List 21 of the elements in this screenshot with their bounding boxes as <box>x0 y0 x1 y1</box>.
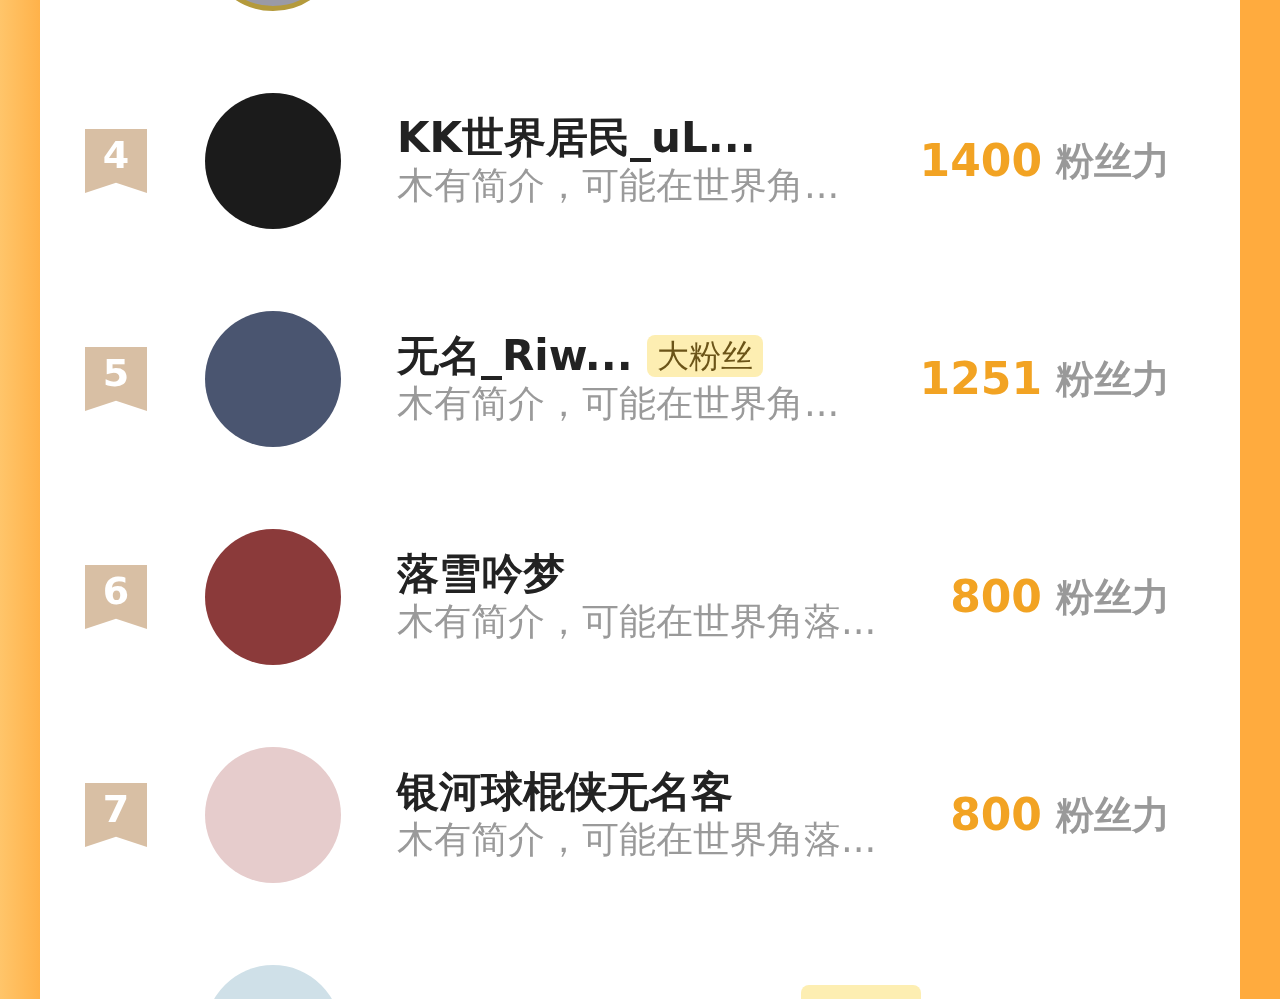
user-name: KK世界居民_uL... <box>397 112 756 164</box>
user-bio: 木有简介，可能在世界角落... <box>397 599 878 646</box>
rank-badge: 4 <box>85 129 147 193</box>
fan-score: 800 <box>950 570 1042 624</box>
user-bio: 木有简介，可能在世界角... <box>397 163 841 210</box>
fan-score: 800 <box>950 788 1042 842</box>
fan-badge: 大粉丝 <box>646 334 763 378</box>
rank-badge: 6 <box>85 565 147 629</box>
user-name: 银河球棍侠无名客 <box>397 766 733 818</box>
score-unit: 粉丝力 <box>1056 355 1170 403</box>
user-name: 无名_Riw... <box>397 330 633 382</box>
score-unit: 粉丝力 <box>1056 137 1170 185</box>
fan-score: 1400 <box>919 134 1042 188</box>
rank-badge: 5 <box>85 347 147 411</box>
user-bio: 木有简介，可能在世界角... <box>397 381 841 428</box>
user-name: 落雪吟梦 <box>397 548 565 600</box>
rank-badge: 7 <box>85 783 147 847</box>
score-unit: 粉丝力 <box>1056 791 1170 839</box>
fan-score: 1251 <box>919 352 1042 406</box>
user-bio: 木有简介，可能在世界角落... <box>397 817 878 864</box>
score-unit: 粉丝力 <box>1056 573 1170 621</box>
